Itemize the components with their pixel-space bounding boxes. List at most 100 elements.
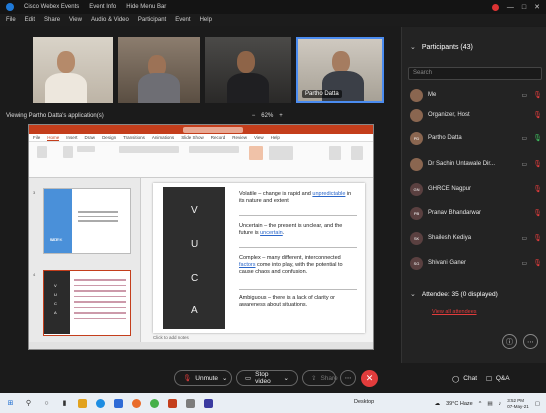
slide-thumbnail-3[interactable]: SET WORK — [43, 188, 131, 254]
leave-meeting-button[interactable]: ✕ — [361, 370, 378, 387]
weather-text[interactable]: 39°C Haze — [446, 401, 473, 407]
chat-button[interactable]: ◯ Chat — [452, 375, 477, 383]
participant-name: Dr Sachin Untawale Dir... — [428, 161, 496, 167]
participant-row[interactable]: PB Pranav Bhandarwar 🎙 — [410, 205, 542, 221]
dictate-icon — [351, 146, 363, 160]
title-event-info[interactable]: Event Info — [89, 4, 116, 10]
video-tile-2[interactable] — [118, 37, 200, 103]
video-strip: Partho Datta — [0, 27, 398, 107]
desktop-label[interactable]: Desktop — [354, 399, 374, 405]
menu-participant[interactable]: Participant — [138, 17, 166, 23]
powerpoint-icon[interactable] — [168, 398, 177, 408]
mic-muted-icon: 🎙 — [533, 112, 542, 119]
participant-row[interactable]: SG Shivani Ganer ▭ 🎙 — [410, 255, 542, 271]
chevron-down-icon[interactable]: ⌄ — [410, 290, 416, 298]
participant-row[interactable]: Organizer, Host 🎙 — [410, 107, 542, 123]
date: 07-May-21 — [507, 404, 529, 409]
participant-name: GHRCE Nagpur — [428, 186, 472, 192]
video-icon: ▭ — [521, 235, 528, 242]
chrome-icon[interactable] — [150, 398, 159, 408]
edge-icon[interactable] — [96, 398, 105, 408]
more-options-icon[interactable]: ⋯ — [523, 334, 538, 349]
slide-thumbnail-pane: 3 SET WORK 4 VUCA — [29, 178, 141, 349]
ppt-ribbon — [29, 142, 373, 178]
participant-search-input[interactable]: Search — [408, 67, 542, 80]
stop-video-button[interactable]: ▭ Stop video ⌄ — [236, 370, 298, 386]
app-icon[interactable] — [186, 398, 195, 408]
menu-share[interactable]: Share — [44, 17, 60, 23]
avatar: PB — [410, 206, 423, 220]
minimize-button[interactable]: — — [507, 4, 514, 11]
avatar — [410, 108, 423, 122]
video-tile-active-speaker[interactable]: Partho Datta — [296, 37, 384, 103]
menu-event[interactable]: Event — [175, 17, 190, 23]
menu-file[interactable]: File — [6, 17, 16, 23]
current-slide[interactable]: V U C A Volatile – change is rapid and u… — [153, 183, 365, 333]
search-icon[interactable]: ⚲ — [24, 399, 33, 408]
window-controls: — □ ✕ — [491, 3, 540, 11]
windows-start-icon[interactable]: ⊞ — [6, 399, 15, 408]
participant-name: Shivani Ganer — [428, 260, 467, 266]
ppt-tab: File — [33, 135, 41, 140]
qa-button[interactable]: ☐ Q&A — [486, 375, 510, 383]
participant-row[interactable]: SK Shailesh Kediya ▭ 🎙 — [410, 230, 542, 246]
zoom-level[interactable]: 62% — [261, 113, 273, 119]
word-icon[interactable] — [114, 398, 123, 408]
webex-taskbar-icon[interactable] — [204, 398, 213, 408]
participant-name: Organizer, Host — [428, 112, 470, 118]
more-icon: ⋯ — [344, 375, 352, 382]
participants-header[interactable]: ⌄ Participants (43) — [410, 43, 473, 52]
ppt-tab: Insert — [66, 135, 78, 140]
share-button[interactable]: ⇪ Share — [302, 370, 338, 386]
cortana-icon[interactable]: ○ — [42, 399, 51, 408]
participant-name: Partho Datta — [428, 135, 462, 141]
title-hide-menu-bar[interactable]: Hide Menu Bar — [126, 4, 166, 10]
zoom-out-button[interactable]: − — [252, 113, 256, 119]
file-explorer-icon[interactable] — [78, 398, 87, 408]
notes-placeholder[interactable]: Click to add notes — [153, 335, 189, 340]
menu-help[interactable]: Help — [200, 17, 212, 23]
vuca-complex-text: Complex – many different, interconnected… — [239, 255, 343, 275]
maximize-button[interactable]: □ — [522, 4, 526, 11]
layout-icon — [77, 146, 95, 152]
unmute-button[interactable]: 🎙 Unmute ⌄ — [174, 370, 232, 386]
mic-on-icon: 🎙 — [533, 135, 542, 142]
webex-logo-icon — [6, 3, 14, 11]
video-tile-1[interactable] — [33, 37, 113, 103]
task-view-icon[interactable]: ▮ — [60, 399, 69, 408]
unmute-label: Unmute — [195, 374, 219, 382]
chevron-down-icon[interactable]: ⌄ — [284, 374, 289, 382]
clock[interactable]: 3:52 PM 07-May-21 — [507, 398, 529, 410]
video-tile-3[interactable] — [205, 37, 291, 103]
slide-number: 4 — [33, 272, 36, 277]
chevron-up-icon[interactable]: ^ — [479, 401, 482, 407]
title-webex-events[interactable]: Cisco Webex Events — [24, 4, 79, 10]
video-icon: ▭ — [245, 375, 252, 382]
chevron-down-icon[interactable]: ⌄ — [410, 43, 416, 51]
notifications-icon[interactable]: ▢ — [535, 401, 540, 407]
meeting-controls: 🎙 Unmute ⌄ ▭ Stop video ⌄ ⇪ Share ⋯ ✕ ◯ … — [0, 364, 546, 392]
menu-audio-video[interactable]: Audio & Video — [91, 17, 129, 23]
slide-thumbnail-4-selected[interactable]: VUCA — [43, 270, 131, 336]
participant-row[interactable]: GN GHRCE Nagpur 🎙 — [410, 181, 542, 197]
participants-title: Participants (43) — [421, 43, 473, 51]
participant-name: Pranav Bhandarwar — [428, 210, 482, 216]
menu-view[interactable]: View — [69, 17, 82, 23]
more-button[interactable]: ⋯ — [340, 370, 356, 386]
chevron-down-icon[interactable]: ⌄ — [222, 374, 227, 382]
menu-edit[interactable]: Edit — [25, 17, 35, 23]
view-all-attendees-link[interactable]: View all attendees — [432, 309, 477, 315]
volume-icon[interactable]: ♪ — [499, 401, 502, 407]
participant-row[interactable]: PD Partho Datta ▭ 🎙 — [410, 130, 542, 146]
participant-row[interactable]: Me ▭ 🎙 — [410, 87, 542, 103]
attendee-header[interactable]: ⌄ Attendee: 35 (0 displayed) — [410, 290, 498, 299]
network-icon[interactable]: ▤ — [487, 401, 492, 407]
info-icon[interactable]: ⓘ — [502, 334, 517, 349]
close-button[interactable]: ✕ — [534, 3, 540, 11]
firefox-icon[interactable] — [132, 398, 141, 408]
arrange-icon — [269, 146, 293, 160]
ppt-status-bar — [29, 342, 373, 349]
zoom-in-button[interactable]: + — [279, 113, 283, 119]
participant-row[interactable]: Dr Sachin Untawale Dir... ▭ 🎙 — [410, 156, 542, 172]
shared-powerpoint-window: File Home Insert Draw Design Transitions… — [28, 124, 374, 350]
